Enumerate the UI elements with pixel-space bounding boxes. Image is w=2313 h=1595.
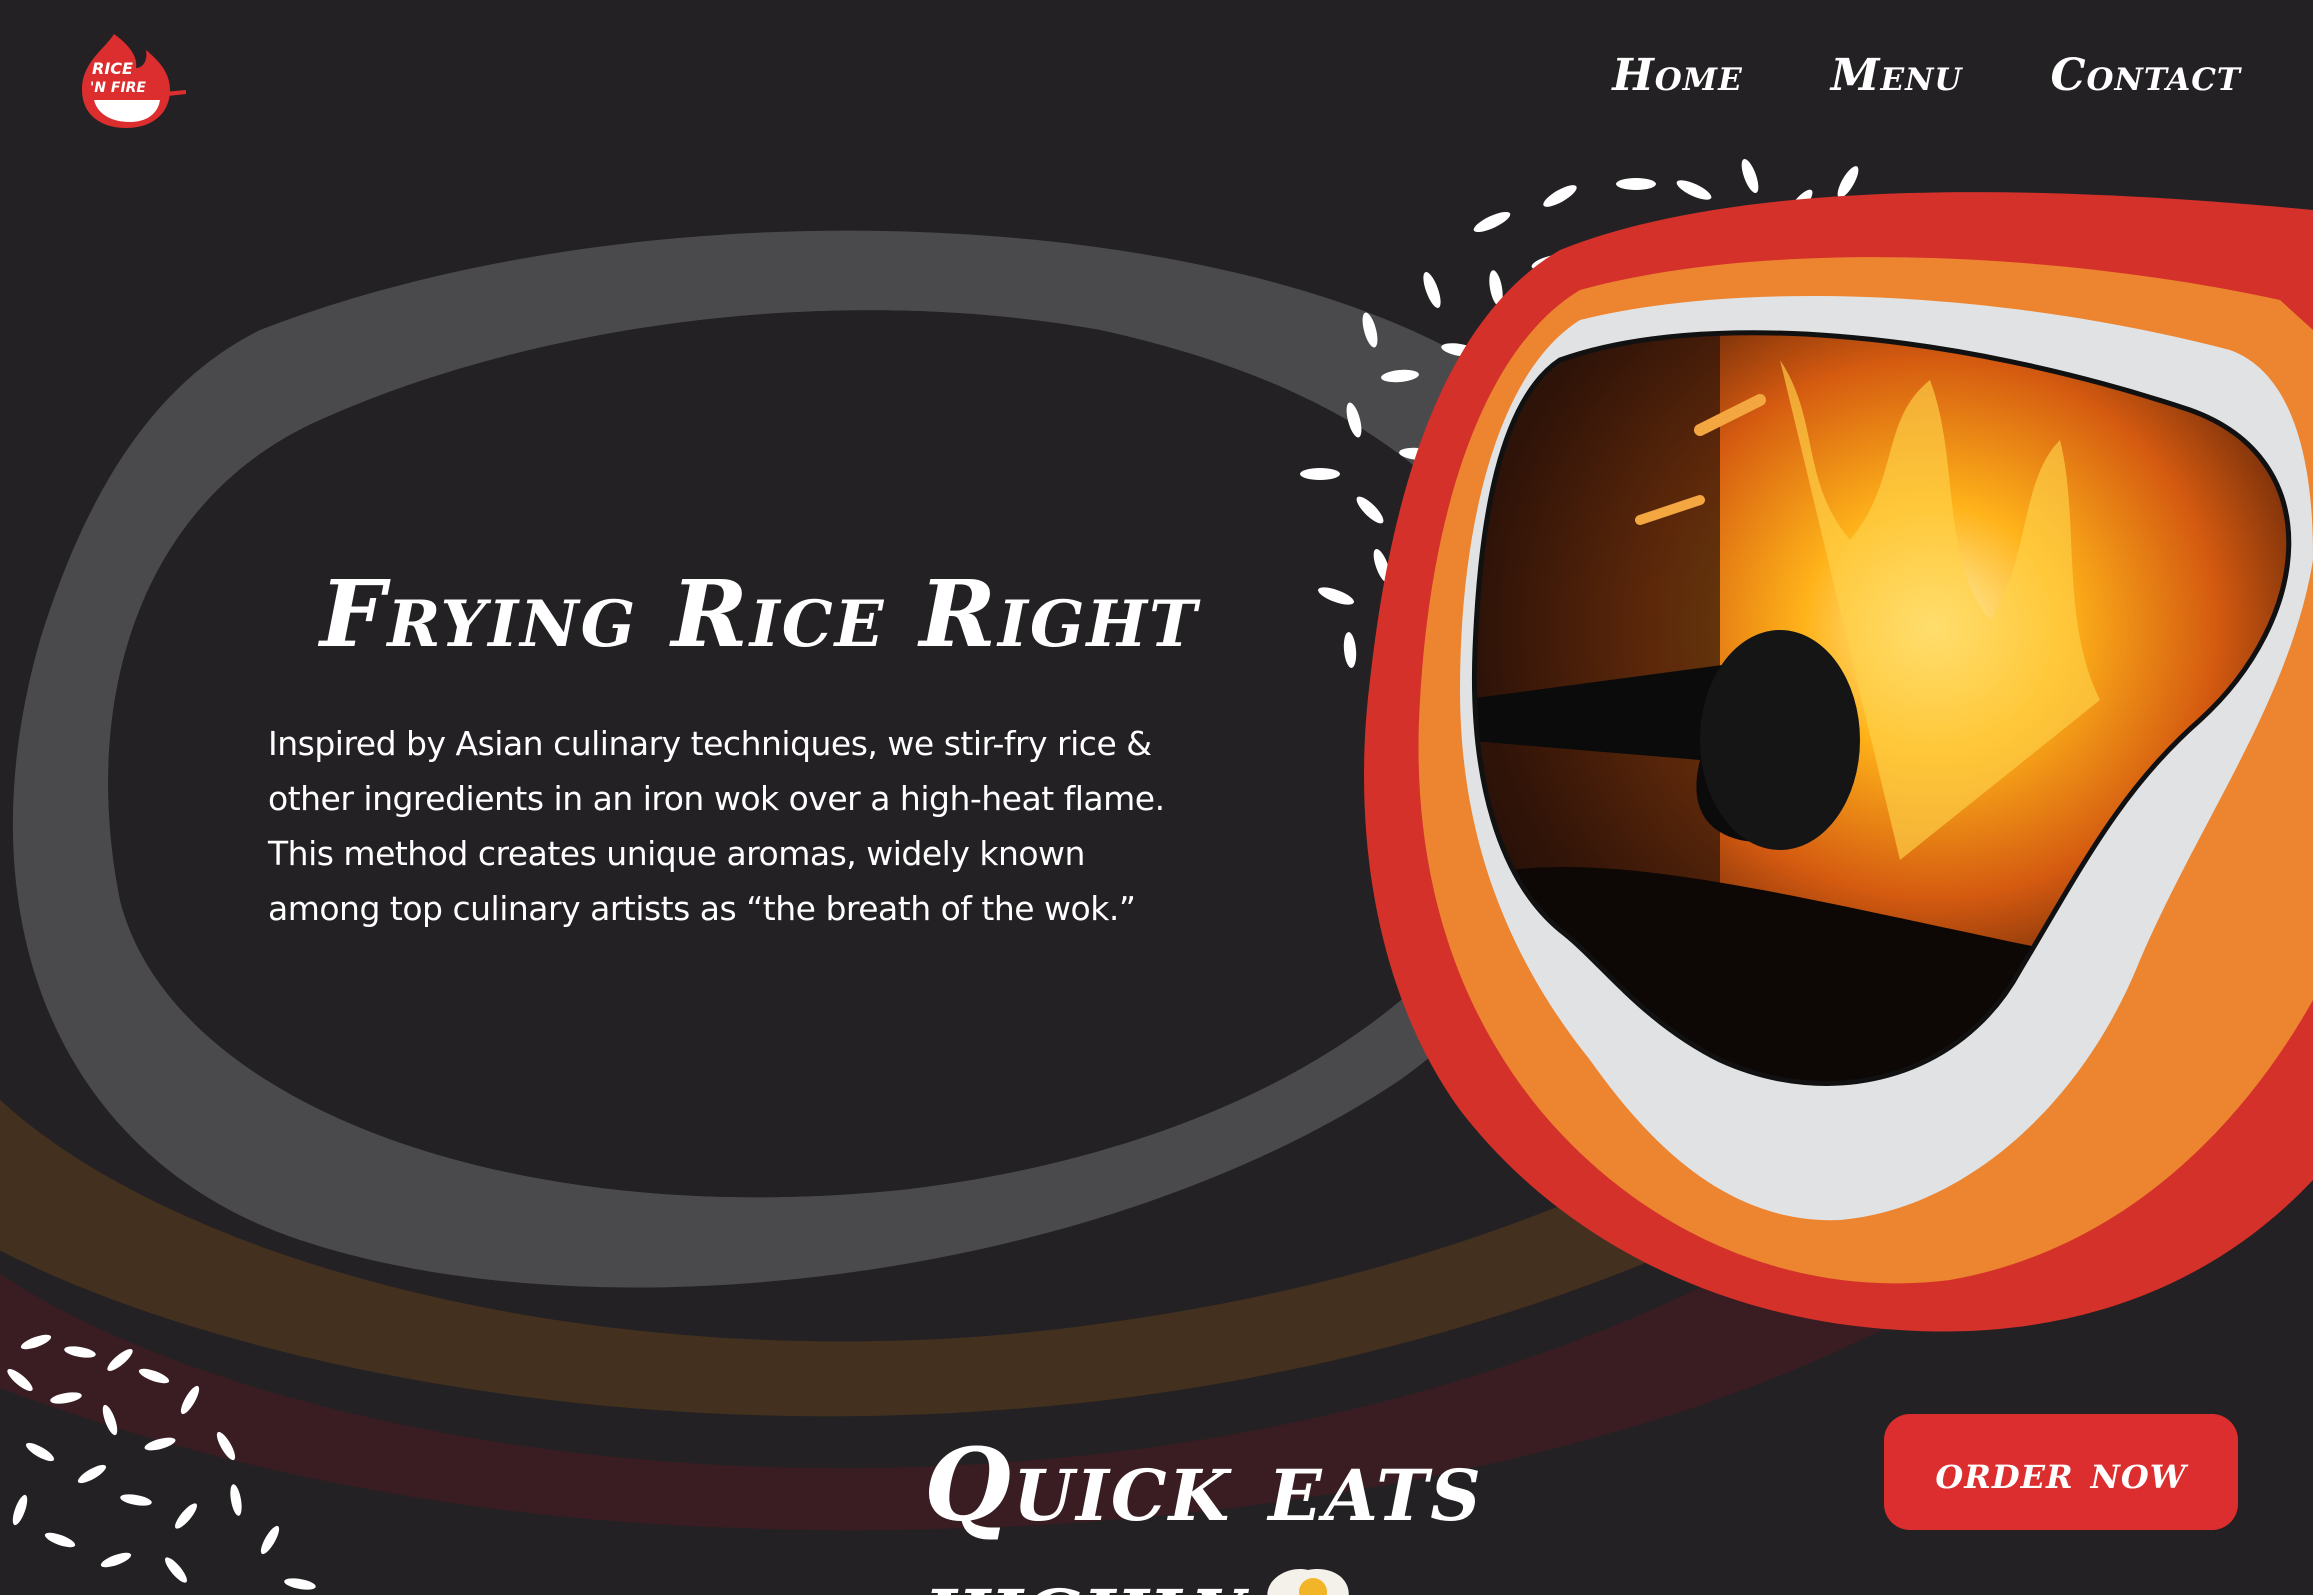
logo-text-line2: 'N FIRE bbox=[90, 80, 146, 96]
quick-eats-subtitle: highly bbox=[924, 1550, 1244, 1595]
fried-egg-icon bbox=[1267, 1569, 1349, 1595]
nav-home-link[interactable]: Home bbox=[1612, 50, 1743, 101]
quick-eats-title: Quick eats bbox=[924, 1426, 1483, 1544]
nav-contact-link[interactable]: Contact bbox=[2050, 50, 2241, 101]
flame-bowl-logo: RICE 'N FIRE bbox=[82, 34, 186, 128]
hero-title: Frying Rice Right bbox=[320, 560, 1199, 668]
nav-menu-link[interactable]: Menu bbox=[1831, 50, 1963, 101]
page: RICE 'N FIRE Home Menu Contact Frying Ri… bbox=[0, 0, 2313, 1595]
logo-text-line1: RICE bbox=[92, 59, 133, 78]
main-nav: Home Menu Contact bbox=[1612, 50, 2241, 101]
order-now-button[interactable]: order now bbox=[1884, 1414, 2238, 1530]
hero-description: Inspired by Asian culinary techniques, w… bbox=[268, 724, 1165, 928]
